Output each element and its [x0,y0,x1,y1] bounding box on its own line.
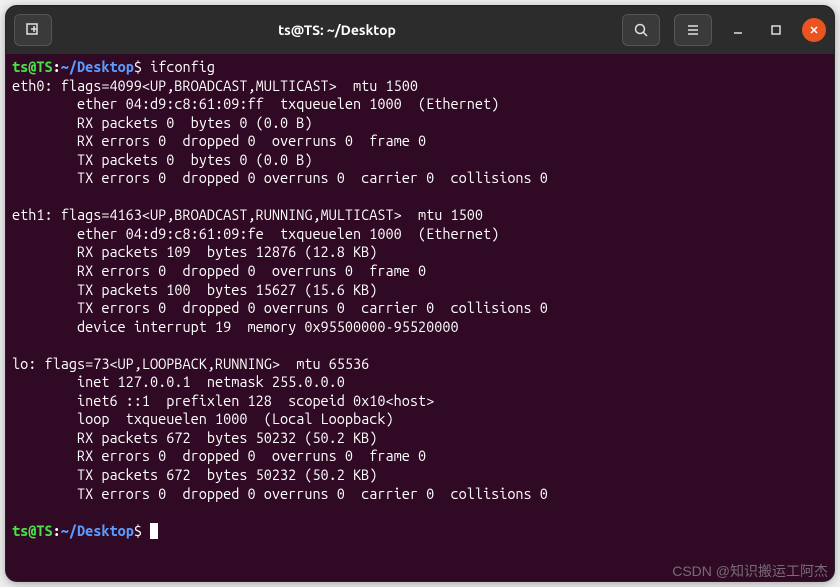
terminal-window: ts@TS: ~/Desktop ts@TS:~/Desktop$ ifconf… [5,5,835,582]
search-icon [633,22,649,38]
prompt-user: ts@TS [12,58,53,75]
eth0-ether: ether 04:d9:c8:61:09:ff txqueuelen 1000 … [12,95,499,112]
eth0-header: eth0: flags=4099<UP,BROADCAST,MULTICAST>… [12,77,418,94]
eth0-rx-packets: RX packets 0 bytes 0 (0.0 B) [12,114,312,131]
eth0-rx-errors: RX errors 0 dropped 0 overruns 0 frame 0 [12,132,426,149]
lo-tx-errors: TX errors 0 dropped 0 overruns 0 carrier… [12,485,548,502]
minimize-icon [732,24,744,36]
menu-button[interactable] [674,14,712,46]
watermark: CSDN @知识搬运工阿杰 [672,561,828,581]
close-icon [808,24,820,36]
new-tab-button[interactable] [14,14,52,46]
minimize-button[interactable] [726,18,750,42]
eth1-ether: ether 04:d9:c8:61:09:fe txqueuelen 1000 … [12,225,499,242]
close-button[interactable] [802,18,826,42]
lo-inet6: inet6 ::1 prefixlen 128 scopeid 0x10<hos… [12,392,434,409]
eth1-device: device interrupt 19 memory 0x95500000-95… [12,318,459,335]
lo-inet: inet 127.0.0.1 netmask 255.0.0.0 [12,373,345,390]
prompt-path-2: ~/Desktop [61,522,134,539]
lo-rx-errors: RX errors 0 dropped 0 overruns 0 frame 0 [12,447,426,464]
terminal-body[interactable]: ts@TS:~/Desktop$ ifconfig eth0: flags=40… [6,54,834,544]
eth1-tx-packets: TX packets 100 bytes 15627 (15.6 KB) [12,281,377,298]
prompt-symbol: $ [134,58,142,75]
lo-tx-packets: TX packets 672 bytes 50232 (50.2 KB) [12,466,377,483]
eth0-tx-packets: TX packets 0 bytes 0 (0.0 B) [12,151,312,168]
prompt-path: ~/Desktop [61,58,134,75]
eth1-rx-packets: RX packets 109 bytes 12876 (12.8 KB) [12,243,377,260]
new-tab-icon [25,22,41,38]
window-title: ts@TS: ~/Desktop [58,22,616,38]
lo-header: lo: flags=73<UP,LOOPBACK,RUNNING> mtu 65… [12,355,369,372]
cursor [150,523,158,539]
eth1-rx-errors: RX errors 0 dropped 0 overruns 0 frame 0 [12,262,426,279]
eth1-tx-errors: TX errors 0 dropped 0 overruns 0 carrier… [12,299,548,316]
maximize-button[interactable] [764,18,788,42]
titlebar: ts@TS: ~/Desktop [6,6,834,54]
eth1-header: eth1: flags=4163<UP,BROADCAST,RUNNING,MU… [12,206,483,223]
prompt-symbol-2: $ [134,522,142,539]
hamburger-icon [685,22,701,38]
search-button[interactable] [622,14,660,46]
maximize-icon [770,24,782,36]
command-text: ifconfig [150,58,215,75]
lo-rx-packets: RX packets 672 bytes 50232 (50.2 KB) [12,429,377,446]
prompt-user-2: ts@TS [12,522,53,539]
eth0-tx-errors: TX errors 0 dropped 0 overruns 0 carrier… [12,169,548,186]
lo-loop: loop txqueuelen 1000 (Local Loopback) [12,410,394,427]
